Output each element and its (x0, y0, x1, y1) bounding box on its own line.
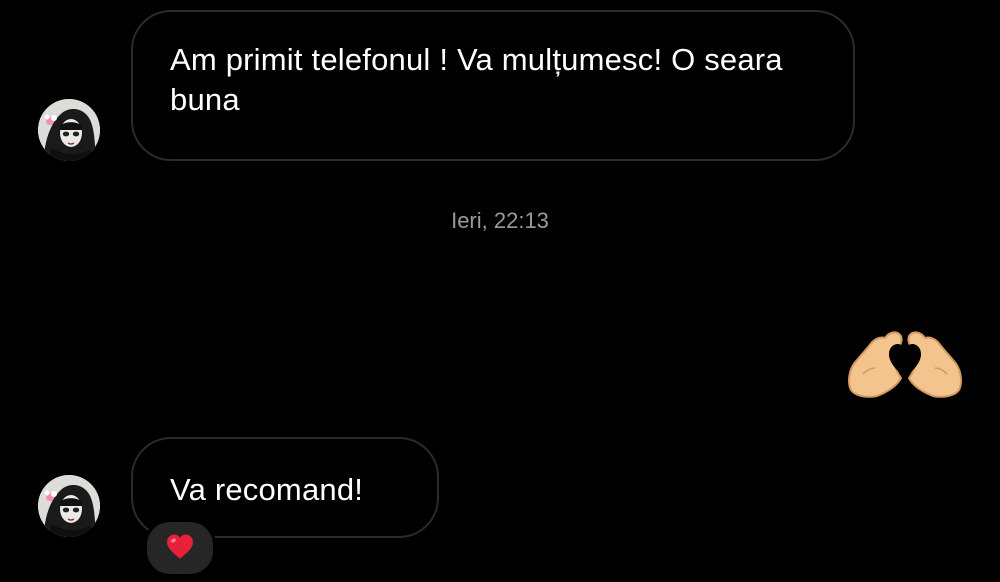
red-heart-icon (167, 534, 193, 559)
message-text: Va recomand! (170, 472, 364, 507)
reaction-badge[interactable] (144, 519, 216, 577)
heart-hands-icon[interactable] (843, 316, 967, 400)
sender-avatar[interactable] (38, 99, 100, 161)
message-timestamp: Ieri, 22:13 (451, 208, 549, 233)
message-bubble[interactable]: Am primit telefonul ! Va mulțumesc! O se… (131, 10, 855, 161)
avatar-photo (38, 99, 100, 161)
sender-avatar[interactable] (38, 475, 100, 537)
message-text: Am primit telefonul ! Va mulțumesc! O se… (170, 42, 783, 117)
avatar-photo (38, 475, 100, 537)
